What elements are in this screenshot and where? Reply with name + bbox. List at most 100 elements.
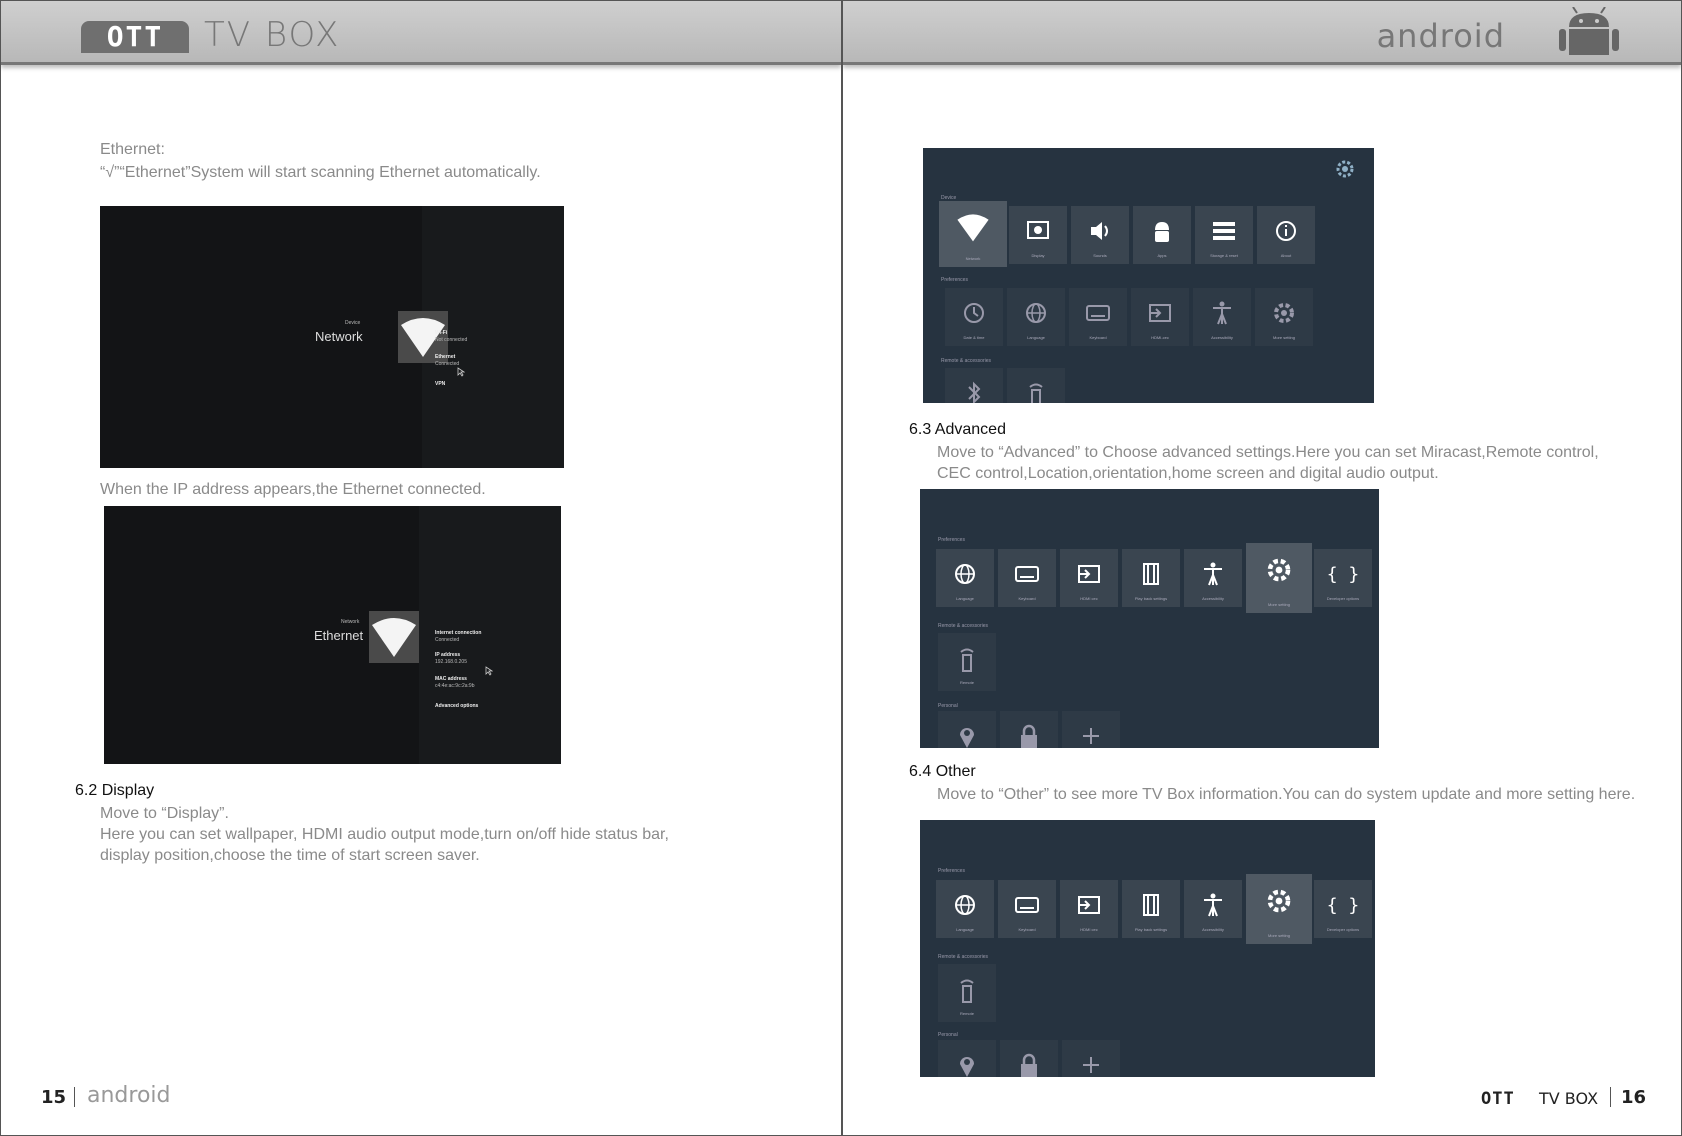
- tile-keyboard[interactable]: Keyboard: [998, 880, 1056, 938]
- tile-storage[interactable]: Storage & reset: [1195, 206, 1253, 264]
- menu-item-ip[interactable]: IP address: [435, 652, 460, 658]
- menu-item-wifi-sub: Not connected: [435, 337, 468, 343]
- tile-caption: HDMI-cec: [1151, 335, 1169, 340]
- tile-caption: Language: [1027, 335, 1045, 340]
- tile-caption: HDMI cec: [1080, 596, 1098, 601]
- advanced-line2: CEC control,Location,orientation,home sc…: [937, 465, 1439, 482]
- svg-text:{ }: { }: [1328, 895, 1358, 916]
- tile-accessibility[interactable]: Accessibility: [1184, 880, 1242, 938]
- tile-about[interactable]: About: [1257, 206, 1315, 264]
- keyboard-icon: [1015, 566, 1039, 582]
- tile-playback[interactable]: Play back settings: [1122, 549, 1180, 607]
- tile-caption: Date & time: [963, 335, 985, 340]
- menu-item-mac[interactable]: MAC address: [435, 676, 467, 682]
- tile-accessibility[interactable]: Accessibility: [1193, 288, 1251, 346]
- location-icon: [960, 728, 974, 748]
- tile-language[interactable]: Language: [936, 549, 994, 607]
- menu-item-wifi[interactable]: Wi-Fi: [435, 330, 447, 336]
- tile-sounds[interactable]: Sounds: [1071, 206, 1129, 264]
- accessibility-icon: [1204, 562, 1222, 586]
- remote-icon: [960, 648, 974, 672]
- android-brand: android: [1376, 17, 1505, 55]
- footer-ott: OTT: [1481, 1089, 1515, 1109]
- android-robot-icon: [1559, 7, 1619, 55]
- tile-bluetooth[interactable]: [945, 368, 1003, 403]
- other-line1: Move to “Other” to see more TV Box infor…: [937, 786, 1636, 803]
- tile-caption: Language: [956, 596, 974, 601]
- menu-item-vpn[interactable]: VPN: [435, 381, 445, 387]
- tile-accessibility[interactable]: Accessibility: [1184, 549, 1242, 607]
- ethernet-screenshot: Network Ethernet Internet connection Con…: [104, 506, 561, 764]
- tile-caption: Remote: [959, 680, 974, 685]
- display-heading: 6.2 Display: [75, 782, 155, 799]
- menu-item-internet-sub: Connected: [435, 637, 460, 643]
- storage-icon: [1213, 222, 1235, 240]
- tile-keyboard[interactable]: Keyboard: [1069, 288, 1127, 346]
- menu-item-ethernet[interactable]: Ethernet: [435, 354, 455, 360]
- tile-developer[interactable]: { } Developer options: [1314, 549, 1372, 607]
- tile-more-setting[interactable]: More setting: [1246, 874, 1312, 944]
- tile-location[interactable]: [938, 1040, 996, 1077]
- plus-icon: [1083, 728, 1099, 744]
- tile-remote[interactable]: Remote: [938, 633, 996, 691]
- tile-caption: Accessibility: [1202, 596, 1224, 601]
- tile-location[interactable]: [938, 711, 996, 748]
- tile-date-time[interactable]: Date & time: [945, 288, 1003, 346]
- tile-add[interactable]: [1062, 1040, 1120, 1077]
- menu-item-internet[interactable]: Internet connection: [435, 630, 481, 636]
- wifi-icon: [957, 214, 989, 242]
- tile-caption: Sounds: [1093, 253, 1107, 258]
- tile-playback[interactable]: Play back settings: [1122, 880, 1180, 938]
- film-icon: [1143, 563, 1159, 585]
- tile-security[interactable]: [1000, 711, 1058, 748]
- accessibility-icon: [1213, 301, 1231, 325]
- tile-hdmi-cec[interactable]: HDMI cec: [1060, 880, 1118, 938]
- tile-caption: Play back settings: [1134, 927, 1168, 932]
- ethernet-tile: [369, 611, 419, 663]
- keyboard-icon: [1086, 305, 1110, 321]
- display-icon: [1027, 221, 1049, 239]
- tile-security[interactable]: [1000, 1040, 1058, 1077]
- ott-logo: OTT: [81, 21, 189, 53]
- braces-icon: { }: [1328, 564, 1358, 585]
- advanced-line1: Move to “Advanced” to Choose advanced se…: [937, 444, 1599, 461]
- more-setting-screenshot: Preferences Language Keyboard HDMI cec P…: [920, 489, 1379, 748]
- tile-caption: Play back settings: [1134, 596, 1168, 601]
- tile-more-setting[interactable]: More setting: [1255, 288, 1313, 346]
- tile-hdmi-cec[interactable]: HDMI cec: [1060, 549, 1118, 607]
- lock-icon: [1021, 1053, 1037, 1077]
- tile-hdmi-cec[interactable]: HDMI-cec: [1131, 288, 1189, 346]
- ip-text: When the IP address appears,the Ethernet…: [100, 481, 486, 498]
- tile-add[interactable]: [1062, 711, 1120, 748]
- tile-caption: About: [1280, 253, 1292, 258]
- android-icon: [1155, 222, 1169, 242]
- cursor-icon: [485, 666, 493, 676]
- other-heading: 6.4 Other: [909, 763, 976, 780]
- left-page: OTT TV BOX Ethernet: “√”“Ethernet”System…: [0, 0, 842, 1136]
- tile-network[interactable]: Network: [939, 201, 1007, 267]
- footer-separator: [74, 1087, 75, 1107]
- footer-separator: [1610, 1087, 1611, 1107]
- tile-apps[interactable]: Apps: [1133, 206, 1191, 264]
- location-icon: [960, 1057, 974, 1077]
- tile-caption: Keyboard: [1089, 335, 1107, 340]
- input-icon: [1078, 896, 1100, 914]
- left-header: OTT TV BOX: [1, 1, 841, 65]
- accessibility-icon: [1204, 893, 1222, 917]
- cursor-icon: [457, 367, 465, 377]
- tile-keyboard[interactable]: Keyboard: [998, 549, 1056, 607]
- tile-language[interactable]: Language: [936, 880, 994, 938]
- tile-caption: Keyboard: [1018, 927, 1036, 932]
- menu-item-advanced[interactable]: Advanced options: [435, 703, 478, 709]
- tile-remote[interactable]: Remote: [938, 964, 996, 1022]
- tile-developer[interactable]: { } Developer options: [1314, 880, 1372, 938]
- input-icon: [1078, 565, 1100, 583]
- tile-language[interactable]: Language: [1007, 288, 1065, 346]
- tile-display[interactable]: Display: [1009, 206, 1067, 264]
- tile-caption: Display: [1031, 253, 1045, 258]
- tile-caption: Storage & reset: [1210, 253, 1238, 258]
- section-personal: Personal: [938, 703, 958, 709]
- ethernet-label: Ethernet:: [100, 141, 165, 158]
- tile-more-setting[interactable]: More setting: [1246, 543, 1312, 613]
- tile-remote[interactable]: [1007, 368, 1065, 403]
